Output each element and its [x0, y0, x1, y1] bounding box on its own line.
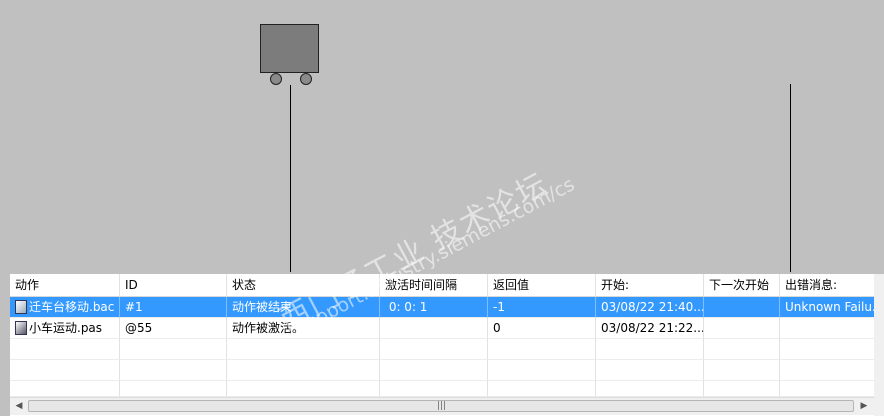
row-action: 小车运动.pas — [29, 321, 103, 335]
row-id: #1 — [120, 297, 227, 318]
row-interval: 0: 0: 1 — [380, 297, 488, 318]
script-file-icon — [15, 300, 27, 314]
scroll-left-button[interactable]: ◀ — [11, 399, 27, 414]
cart-cable — [290, 85, 291, 272]
scroll-right-button[interactable]: ▶ — [856, 399, 872, 414]
row-start: 03/08/22 21:22... — [596, 318, 704, 339]
row-next-start — [704, 297, 780, 318]
row-interval — [380, 318, 488, 339]
horizontal-scrollbar[interactable]: ◀ ||| ▶ — [10, 397, 884, 415]
row-error — [780, 318, 884, 339]
row-action: 迁车台移动.bac — [29, 300, 115, 314]
cart-wheel-left — [270, 73, 282, 85]
empty-row — [10, 360, 884, 381]
program-file-icon — [15, 321, 27, 335]
column-header-id[interactable]: ID — [120, 274, 227, 296]
cart-wheel-right — [300, 73, 312, 85]
row-return-value: 0 — [488, 318, 596, 339]
cart-body[interactable] — [260, 24, 319, 73]
empty-row — [10, 381, 884, 397]
row-return-value: -1 — [488, 297, 596, 318]
row-error: Unknown Failu... — [780, 297, 884, 318]
column-header-action[interactable]: 动作 — [10, 274, 120, 296]
column-header-status[interactable]: 状态 — [227, 274, 380, 296]
row-id: @55 — [120, 318, 227, 339]
column-header-error[interactable]: 出错消息: — [780, 274, 884, 296]
table-right-edge — [874, 274, 884, 416]
row-next-start — [704, 318, 780, 339]
column-header-return[interactable]: 返回值 — [488, 274, 596, 296]
table-row[interactable]: 小车运动.pas @55 动作被激活。 0 03/08/22 21:22... — [10, 318, 884, 339]
column-header-next-start[interactable]: 下一次开始 — [704, 274, 780, 296]
table-row[interactable]: 迁车台移动.bac #1 动作被结束 0: 0: 1 -1 03/08/22 2… — [10, 297, 884, 318]
scroll-thumb[interactable]: ||| — [28, 400, 854, 412]
empty-row — [10, 339, 884, 360]
table-header: 动作 ID 状态 激活时间间隔 返回值 开始: 下一次开始 出错消息: — [10, 274, 884, 297]
row-start: 03/08/22 21:40... — [596, 297, 704, 318]
row-status: 动作被激活。 — [227, 318, 380, 339]
row-status: 动作被结束 — [227, 297, 380, 318]
column-header-start[interactable]: 开始: — [596, 274, 704, 296]
simulation-canvas[interactable] — [0, 0, 884, 272]
action-table: 动作 ID 状态 激活时间间隔 返回值 开始: 下一次开始 出错消息: 迁车台移… — [10, 274, 884, 416]
scroll-grip-icon: ||| — [437, 401, 447, 411]
hanging-cable — [790, 84, 791, 272]
column-header-interval[interactable]: 激活时间间隔 — [380, 274, 488, 296]
